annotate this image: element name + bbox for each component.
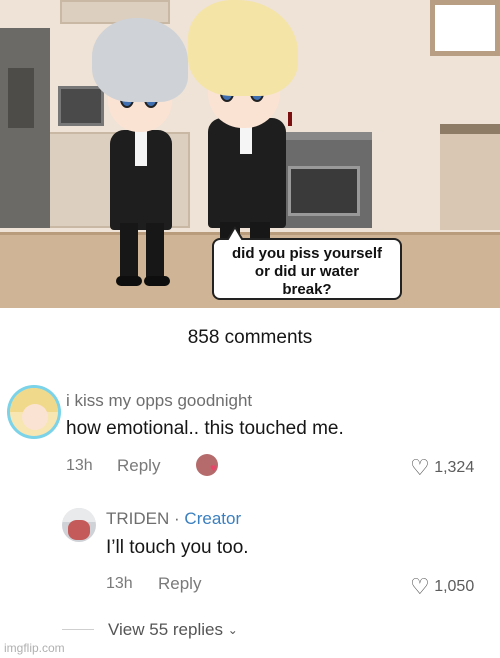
reply-text: I’ll touch you too. xyxy=(106,537,249,558)
like-button[interactable]: ♡ 1,324 xyxy=(410,455,474,481)
video-frame[interactable]: did you piss yourself or did ur water br… xyxy=(0,0,500,308)
like-count: 1,050 xyxy=(434,578,475,595)
speech-bubble-tail-fill xyxy=(228,229,242,241)
username-separator: · xyxy=(174,509,180,528)
heart-outline-icon: ♡ xyxy=(410,455,430,480)
avatar-face xyxy=(22,404,48,430)
like-button[interactable]: ♡ 1,050 xyxy=(410,574,474,600)
avatar[interactable] xyxy=(62,508,96,542)
right-shoe xyxy=(144,276,170,286)
speech-bubble: did you piss yourself or did ur water br… xyxy=(212,238,402,300)
comments-count: 858 comments xyxy=(187,327,313,348)
heart-outline-icon: ♡ xyxy=(410,574,430,599)
chevron-down-icon: ⌄ xyxy=(227,623,238,637)
kitchen-counter xyxy=(440,124,500,230)
reply-username-row: TRIDEN · Creator xyxy=(106,509,241,529)
fridge xyxy=(0,28,50,228)
avatar[interactable] xyxy=(10,388,58,436)
speech-line-3: break? xyxy=(282,281,332,298)
reply-button[interactable]: Reply xyxy=(158,574,201,594)
comment-time: 13h xyxy=(66,457,93,474)
creator-badge: Creator xyxy=(184,509,242,528)
reply-time: 13h xyxy=(106,575,133,592)
watermark: imgflip.com xyxy=(4,641,65,655)
speech-line-1: did you piss yourself xyxy=(231,245,383,262)
reply-button[interactable]: Reply xyxy=(117,456,160,476)
cross-earring xyxy=(288,112,292,126)
reply-username[interactable]: TRIDEN xyxy=(106,509,169,528)
comment-username[interactable]: i kiss my opps goodnight xyxy=(66,391,252,411)
view-replies-label: View 55 replies xyxy=(108,620,223,639)
avatar-face xyxy=(68,520,90,540)
comment-text: how emotional.. this touched me. xyxy=(66,418,344,439)
replies-divider xyxy=(62,629,94,630)
window xyxy=(430,0,500,56)
left-shoe xyxy=(116,276,142,286)
view-replies-button[interactable]: View 55 replies ⌄ xyxy=(108,620,238,640)
speech-line-2: or did ur water xyxy=(254,263,360,280)
creator-heart-icon: ♥ xyxy=(210,461,218,475)
white-shirt xyxy=(135,130,147,166)
like-count: 1,324 xyxy=(434,459,475,476)
blond-hair xyxy=(188,0,298,96)
